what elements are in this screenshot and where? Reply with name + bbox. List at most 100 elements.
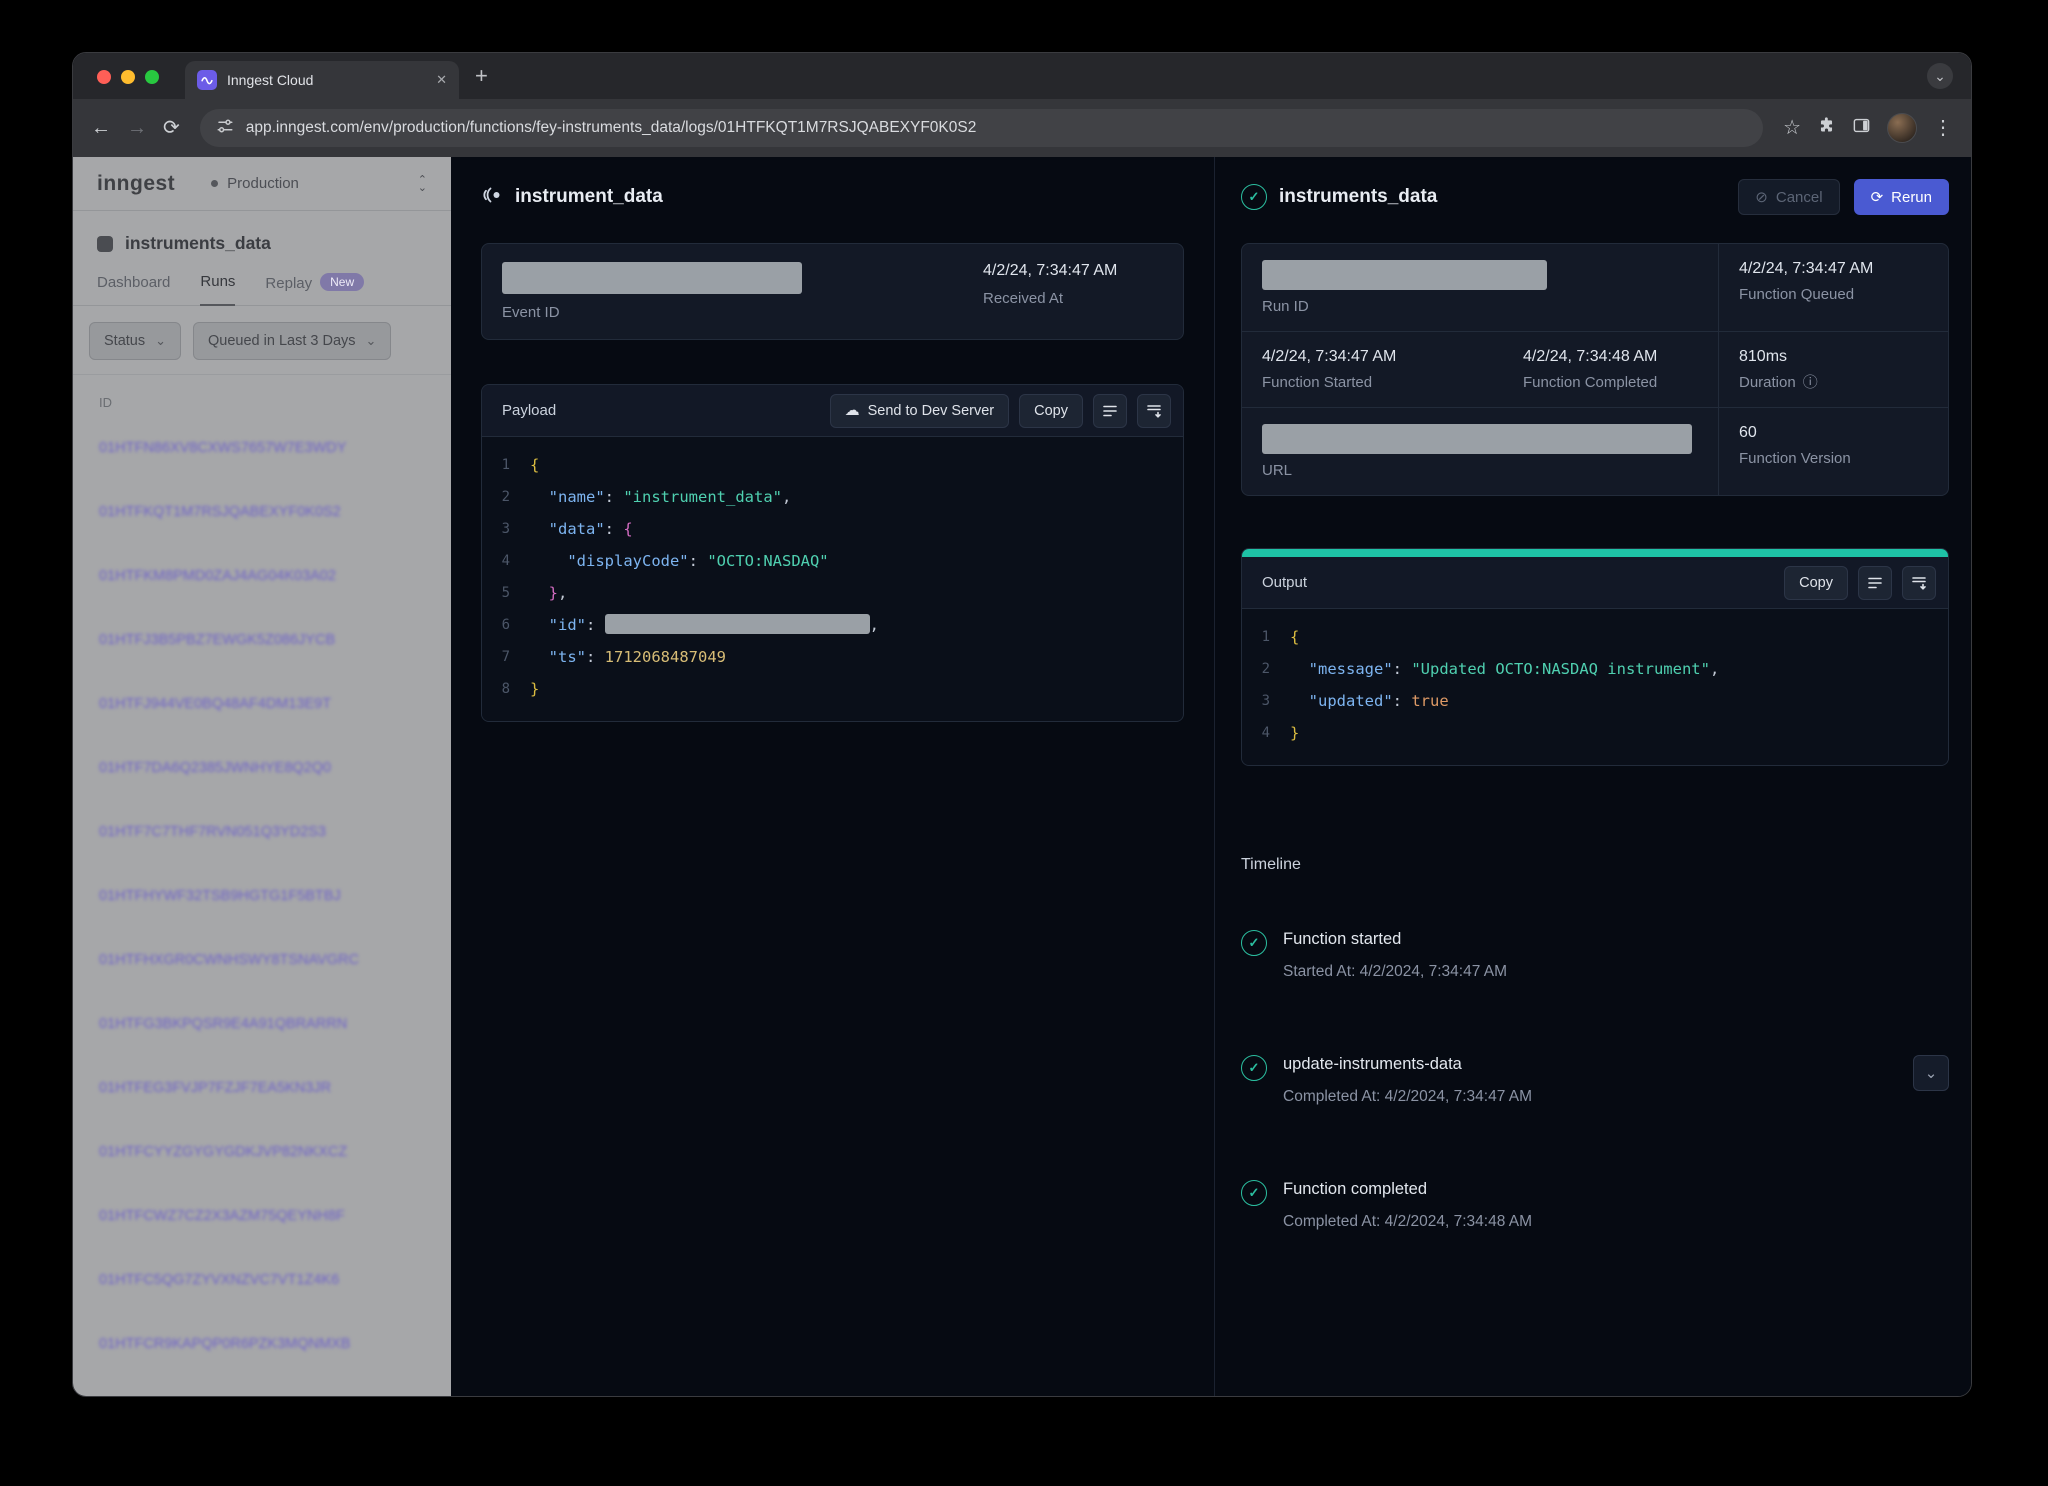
function-name: instruments_data (125, 233, 271, 254)
run-id-item[interactable]: 01HTFKQT1M7RSJQABEXYF0K0S2 (73, 480, 451, 544)
tab-title: Inngest Cloud (227, 72, 426, 88)
run-id-item[interactable]: 01HTF7C7THF7RVN051Q3YD2S3 (73, 800, 451, 864)
redacted-value (605, 614, 870, 634)
reload-button[interactable]: ⟳ (163, 118, 180, 138)
rerun-button[interactable]: ⟳ Rerun (1854, 179, 1949, 215)
duration-value: 810ms (1739, 348, 1928, 366)
window-minimize-button[interactable] (121, 70, 135, 84)
timeline-item-title: Function started (1283, 930, 1949, 949)
timeline-item-subtitle: Completed At: 4/2/2024, 7:34:47 AM (1283, 1088, 1897, 1106)
forward-button[interactable]: → (127, 118, 147, 138)
browser-tab[interactable]: Inngest Cloud ✕ (185, 61, 459, 99)
run-id-item[interactable]: 01HTFG3BKPQSR9E4A91QBRARRN (73, 992, 451, 1056)
code-line: 3 "updated": true (1242, 685, 1948, 717)
side-panel-icon[interactable] (1852, 116, 1871, 140)
browser-menu-icon[interactable]: ⋮ (1933, 118, 1953, 138)
function-started-label: Function Started (1262, 374, 1483, 391)
word-wrap-icon[interactable] (1858, 566, 1892, 600)
run-panel: ✓ instruments_data ⊘ Cancel ⟳ Rerun R (1215, 157, 1971, 1396)
chevron-down-icon: ⌄ (366, 333, 377, 349)
copy-payload-button[interactable]: Copy (1019, 394, 1083, 428)
profile-avatar[interactable] (1887, 113, 1917, 143)
run-id-item[interactable]: 01HTFCWZ7CZ2X3AZM75QEYNH8F (73, 1184, 451, 1248)
bookmark-star-icon[interactable]: ☆ (1783, 118, 1801, 138)
time-range-filter[interactable]: Queued in Last 3 Days ⌄ (193, 322, 391, 360)
run-id-item[interactable]: 01HTFCR9KAPQP0R6PZK3MQNMXB (73, 1312, 451, 1376)
output-title: Output (1262, 574, 1307, 591)
run-id-item[interactable]: 01HTFHXGR0CWNHSWY8TSNAVGRC (73, 928, 451, 992)
function-completed-value: 4/2/24, 7:34:48 AM (1523, 348, 1698, 366)
run-id-item[interactable]: 01HTFHYWF32TSB9HGTG1F5BTBJ (73, 864, 451, 928)
function-started-value: 4/2/24, 7:34:47 AM (1262, 348, 1483, 366)
timeline-item-subtitle: Completed At: 4/2/2024, 7:34:48 AM (1283, 1213, 1949, 1231)
expand-step-button[interactable]: ⌄ (1913, 1055, 1949, 1091)
event-id-card: Event ID 4/2/24, 7:34:47 AM Received At (481, 243, 1184, 340)
new-badge: New (320, 273, 364, 291)
site-settings-icon[interactable] (216, 117, 234, 140)
function-header: instruments_data (73, 211, 451, 258)
event-panel: instrument_data Event ID 4/2/24, 7:34:47… (451, 157, 1215, 1396)
run-id-label: Run ID (1262, 298, 1698, 315)
word-wrap-icon[interactable] (1093, 394, 1127, 428)
function-completed-label: Function Completed (1523, 374, 1698, 391)
inngest-favicon-icon (197, 70, 217, 90)
run-id-item[interactable]: 01HTFEG3FVJP7FZJF7EA5KN3JR (73, 1056, 451, 1120)
window-zoom-button[interactable] (145, 70, 159, 84)
run-title: instruments_data (1279, 186, 1437, 208)
code-line: 6 "id": , (482, 609, 1183, 641)
send-to-dev-server-button[interactable]: ☁ Send to Dev Server (830, 394, 1010, 428)
step-check-icon: ✓ (1241, 1180, 1267, 1206)
scroll-to-bottom-icon[interactable] (1902, 566, 1936, 600)
copy-output-button[interactable]: Copy (1784, 566, 1848, 600)
run-id-item[interactable]: 01HTFC5QG7ZYVXNZVC7VT1Z4K6 (73, 1248, 451, 1312)
url-text: app.inngest.com/env/production/functions… (246, 119, 977, 137)
status-filter[interactable]: Status ⌄ (89, 322, 181, 360)
back-button[interactable]: ← (91, 118, 111, 138)
code-line: 1{ (1242, 621, 1948, 653)
cancel-button[interactable]: ⊘ Cancel (1738, 179, 1839, 215)
tab-search-chevron-icon[interactable]: ⌄ (1927, 63, 1953, 89)
function-icon (97, 236, 113, 252)
function-version-label: Function Version (1739, 450, 1928, 467)
run-id-item[interactable]: 01HTFKM8PMD0ZAJ4AG04K03A02 (73, 544, 451, 608)
tab-replay[interactable]: ReplayNew (265, 273, 364, 306)
event-title: instrument_data (515, 186, 663, 208)
function-queued-label: Function Queued (1739, 286, 1928, 303)
run-id-item[interactable]: 01HTF7DA6Q2385JWNHYE8Q2Q0 (73, 736, 451, 800)
received-at-label: Received At (983, 290, 1163, 307)
function-tabs: Dashboard Runs ReplayNew (73, 258, 451, 306)
url-bar[interactable]: app.inngest.com/env/production/functions… (200, 109, 1763, 147)
extensions-icon[interactable] (1817, 116, 1836, 140)
step-check-icon: ✓ (1241, 1055, 1267, 1081)
tab-dashboard[interactable]: Dashboard (97, 274, 170, 305)
code-line: 1{ (482, 449, 1183, 481)
traffic-lights (97, 70, 159, 84)
run-id-item[interactable]: 01HTFN86XV8CXWS7657W7E3WDY (73, 416, 451, 480)
run-id-list: 01HTFN86XV8CXWS7657W7E3WDY01HTFKQT1M7RSJ… (73, 416, 451, 1396)
redacted-url (1262, 424, 1692, 454)
info-icon[interactable]: ⓘ (1803, 375, 1818, 390)
scroll-to-bottom-icon[interactable] (1137, 394, 1171, 428)
tab-close-icon[interactable]: ✕ (436, 72, 447, 88)
code-line: 5 }, (482, 577, 1183, 609)
chevron-down-icon: ⌄ (155, 333, 166, 349)
env-status-dot-icon (211, 180, 218, 187)
tab-runs[interactable]: Runs (200, 273, 235, 306)
code-line: 7 "ts": 1712068487049 (482, 641, 1183, 673)
received-at-value: 4/2/24, 7:34:47 AM (983, 262, 1163, 280)
timeline-item-title: Function completed (1283, 1180, 1949, 1199)
timeline-item: ✓ Function started Started At: 4/2/2024,… (1241, 930, 1949, 981)
run-id-item[interactable]: 01HTFJ3B5PBZ7EWGK5Z086JYCB (73, 608, 451, 672)
inngest-logo[interactable]: inngest (97, 172, 175, 196)
run-id-item[interactable]: 01HTFJ944VE0BQ48AF4DM13E9T (73, 672, 451, 736)
environment-selector[interactable]: Production (211, 175, 299, 192)
payload-code: 1{2 "name": "instrument_data",3 "data": … (482, 437, 1183, 721)
cloud-upload-icon: ☁ (845, 403, 860, 418)
window-close-button[interactable] (97, 70, 111, 84)
timeline-section: Timeline ✓ Function started Started At: … (1241, 856, 1949, 1231)
run-id-item[interactable]: 01HTFCYYZGYGYGDKJVP82NKXCZ (73, 1120, 451, 1184)
new-tab-button[interactable]: + (475, 65, 488, 87)
redacted-run-id (1262, 260, 1547, 290)
env-switch-chevrons-icon[interactable]: ⌃⌄ (418, 176, 427, 192)
payload-card: Payload ☁ Send to Dev Server Copy (481, 384, 1184, 722)
